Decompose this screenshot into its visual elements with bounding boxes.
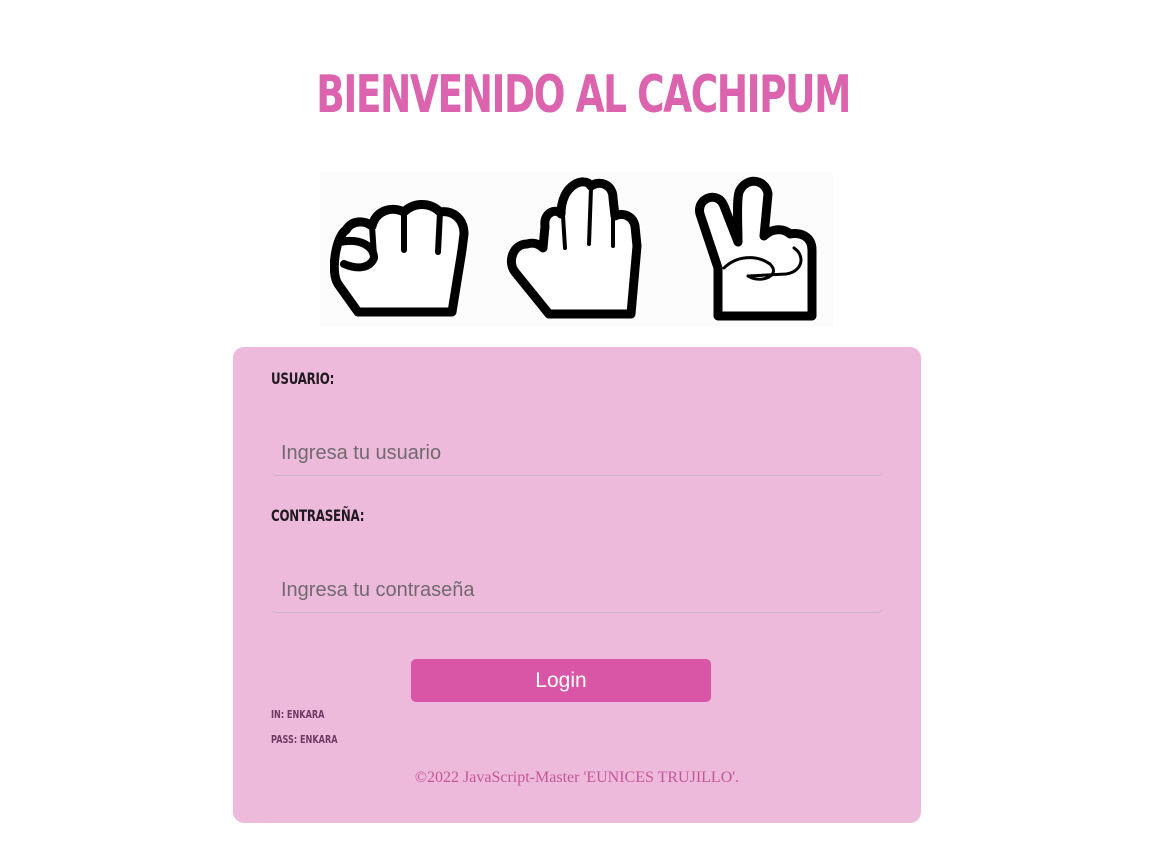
user-hint: IN: ENKARA [271,708,325,721]
password-label: CONTRASEÑA: [271,506,365,525]
pass-hint: PASS: ENKARA [271,733,338,746]
page-title: BIENVENIDO AL CACHIPUM [316,65,851,125]
fist-rock-icon [330,200,469,317]
victory-hand-scissors-icon [695,176,817,321]
username-label: USUARIO: [271,369,335,388]
rock-paper-scissors-image [320,172,833,327]
copyright-footer: ©2022 JavaScript-Master 'EUNICES TRUJILL… [414,769,740,786]
open-hand-paper-icon [507,177,642,319]
username-input[interactable] [271,432,883,476]
login-button[interactable]: Login [411,659,711,702]
login-card: USUARIO: CONTRASEÑA: Login IN: ENKARA PA… [233,347,921,823]
password-input[interactable] [271,569,883,613]
